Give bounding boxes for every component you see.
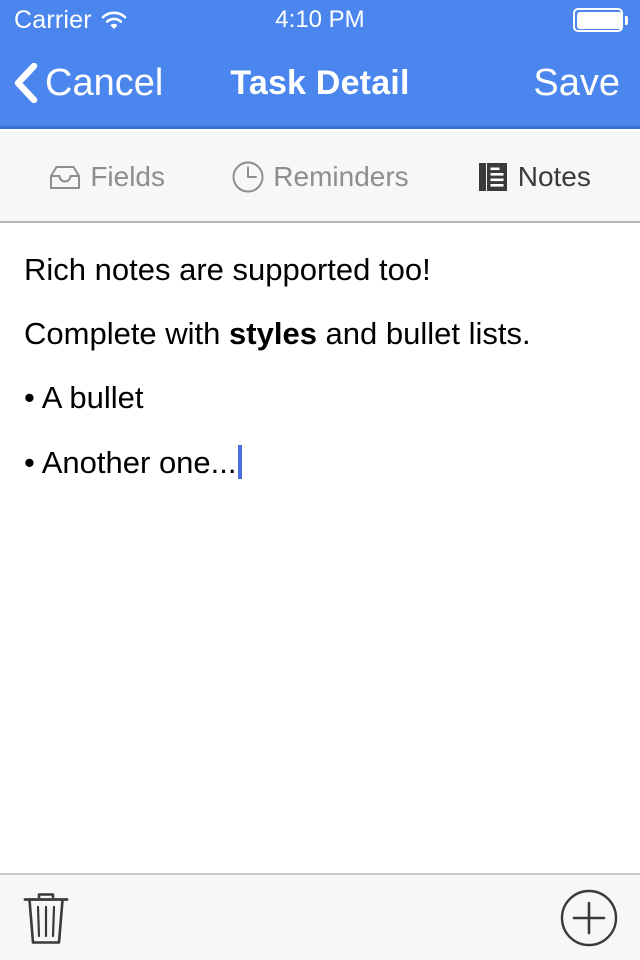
status-bar: Carrier 4:10 PM: [0, 0, 640, 40]
note-line-2-prefix: Complete with: [24, 316, 230, 352]
tab-reminders[interactable]: Reminders: [213, 131, 426, 222]
note-line-2-bold: styles: [229, 316, 317, 352]
save-button[interactable]: Save: [533, 40, 620, 126]
notes-lines-icon: [476, 160, 510, 194]
status-bar-time: 4:10 PM: [275, 6, 365, 33]
tab-fields[interactable]: Fields: [0, 131, 213, 222]
task-detail-screen: Carrier 4:10 PM Cancel Task Detail Save …: [0, 0, 640, 960]
note-line-2: Complete with styles and bullet lists.: [24, 315, 616, 352]
note-line-2-suffix: and bullet lists.: [316, 316, 531, 352]
note-bullet-2-text: • Another one...: [24, 444, 237, 480]
delete-button[interactable]: [22, 891, 70, 945]
note-line-1: Rich notes are supported too!: [24, 252, 431, 287]
tab-notes-label: Notes: [517, 160, 591, 192]
battery-full-icon: [573, 8, 628, 32]
navigation-bar: Cancel Task Detail Save: [0, 40, 640, 129]
tab-notes[interactable]: Notes: [427, 131, 640, 222]
segmented-tab-bar: Fields Reminders Notes: [0, 132, 640, 223]
tab-fields-label: Fields: [90, 160, 166, 192]
inbox-tray-icon: [48, 160, 82, 194]
tab-reminders-label: Reminders: [273, 160, 409, 192]
bottom-toolbar: [0, 873, 640, 960]
plus-circle-icon: [560, 889, 618, 947]
text-cursor: [237, 444, 242, 479]
clock-icon: [231, 160, 265, 194]
trash-icon: [22, 891, 70, 945]
note-bullet-2: • Another one...: [24, 444, 616, 481]
add-button[interactable]: [560, 889, 618, 947]
note-bullet-1: • A bullet: [24, 380, 144, 416]
notes-editor[interactable]: Rich notes are supported too! Complete w…: [0, 223, 640, 873]
